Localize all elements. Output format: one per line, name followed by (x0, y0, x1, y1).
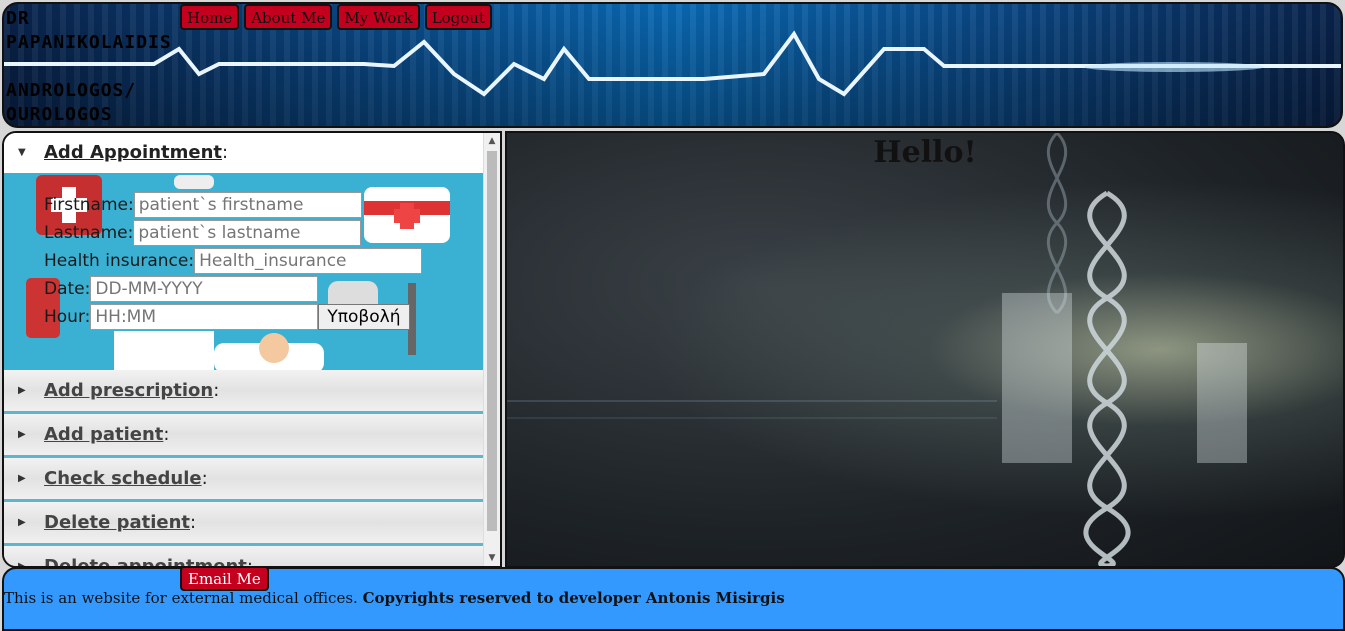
firstname-input[interactable] (133, 192, 362, 218)
brand-line: PAPANIKOLAIDIS (6, 32, 172, 53)
accordion-add-prescription[interactable]: ▶ Add prescription: (4, 370, 486, 414)
appointment-form: Firstname: Lastname: Health insurance: D… (44, 191, 423, 331)
hour-label: Hour: (44, 307, 91, 327)
brand-line: DR (6, 8, 30, 29)
accordion-label: Delete appointment (44, 556, 247, 566)
accordion-check-schedule[interactable]: ▶ Check schedule: (4, 458, 486, 502)
email-me-button[interactable]: Email Me (180, 566, 269, 591)
caret-right-icon: ▶ (18, 473, 26, 484)
caret-right-icon: ▶ (18, 429, 26, 440)
scroll-thumb[interactable] (487, 151, 497, 531)
nav-logout-button[interactable]: Logout (424, 4, 493, 30)
left-panel: ▼ Add Appointment: Firstname: patient`s … (2, 131, 502, 568)
accordion-suffix: : (190, 512, 197, 533)
brand-line: OUROLOGOS (6, 104, 113, 125)
accordion[interactable]: ▼ Add Appointment: Firstname: patient`s … (4, 133, 486, 566)
accordion-delete-appointment[interactable]: ▶ Delete appointment: (4, 546, 486, 566)
brand-line: ANDROLOGOS/ (6, 80, 137, 101)
date-label: Date: (44, 279, 91, 299)
main-nav: Home About Me My Work Logout (180, 4, 493, 30)
accordion-label: Add patient (44, 424, 164, 445)
footer-copyright: Copyrights reserved to developer Antonis… (362, 589, 785, 607)
scroll-up-icon[interactable]: ▲ (484, 133, 500, 149)
submit-button[interactable]: Υποβολή (318, 304, 410, 330)
hour-input[interactable] (90, 304, 319, 330)
accordion-add-appointment[interactable]: ▼ Add Appointment: (4, 133, 486, 173)
firstname-label: Firstname: (44, 195, 134, 215)
insurance-input[interactable] (194, 248, 423, 274)
site-footer: Email Me This is an website for external… (2, 566, 1345, 631)
nav-work-button[interactable]: My Work (337, 4, 420, 30)
greeting-heading: Hello! (873, 135, 977, 170)
footer-description: This is an website for external medical … (4, 589, 363, 607)
site-brand: DR PAPANIKOLAIDIS ANDROLOGOS/ OUROLOGOS (6, 7, 186, 126)
date-input[interactable] (90, 276, 319, 302)
caret-right-icon: ▶ (18, 385, 26, 396)
caret-right-icon: ▶ (18, 546, 26, 566)
main-content: Hello! (505, 131, 1345, 568)
site-header: DR PAPANIKOLAIDIS ANDROLOGOS/ OUROLOGOS … (2, 2, 1343, 128)
accordion-suffix: : (201, 468, 208, 489)
accordion-suffix: : (213, 380, 220, 401)
caret-down-icon: ▼ (18, 147, 26, 158)
accordion-suffix: : (222, 142, 229, 163)
accordion-label: Add Appointment (44, 142, 223, 163)
caret-right-icon: ▶ (18, 517, 26, 528)
nav-home-button[interactable]: Home (180, 4, 240, 30)
accordion-label: Delete patient (44, 512, 191, 533)
accordion-label: Check schedule (44, 468, 202, 489)
accordion-scrollbar[interactable]: ▲ ▼ (483, 133, 500, 566)
footer-text: This is an website for external medical … (4, 589, 785, 607)
accordion-delete-patient[interactable]: ▶ Delete patient: (4, 502, 486, 546)
insurance-label: Health insurance: (44, 251, 195, 271)
appointment-form-panel: Firstname: Lastname: Health insurance: D… (4, 173, 486, 370)
scroll-down-icon[interactable]: ▼ (484, 550, 500, 566)
lastname-input[interactable] (133, 220, 362, 246)
accordion-add-patient[interactable]: ▶ Add patient: (4, 414, 486, 458)
lastname-label: Lastname: (44, 223, 134, 243)
accordion-label: Add prescription (44, 380, 214, 401)
nav-about-button[interactable]: About Me (244, 4, 333, 30)
accordion-suffix: : (247, 556, 253, 566)
accordion-suffix: : (163, 424, 170, 445)
dna-background-image (507, 133, 1247, 566)
